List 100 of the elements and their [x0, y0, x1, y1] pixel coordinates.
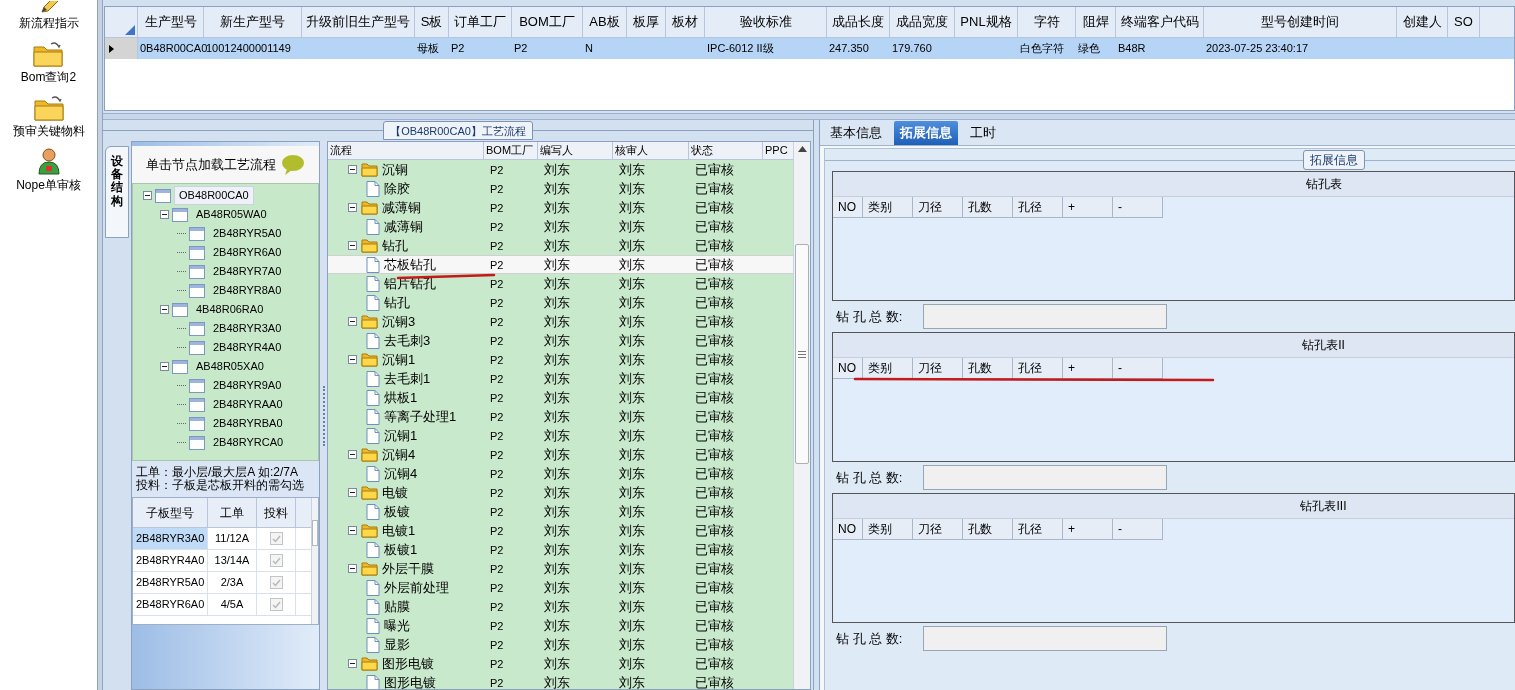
launcher-item[interactable]: 预审关键物料: [12, 86, 85, 140]
total-field[interactable]: [923, 465, 1167, 490]
side-tab[interactable]: 设备结构: [105, 146, 129, 238]
table-row[interactable]: 图形电镀 P2 刘东 刘东 已审核: [328, 654, 793, 673]
table-row[interactable]: 去毛刺1 P2 刘东 刘东 已审核: [328, 369, 793, 388]
table-row[interactable]: 等离子处理1 P2 刘东 刘东 已审核: [328, 407, 793, 426]
table-row[interactable]: 外层前处理 P2 刘东 刘东 已审核: [328, 578, 793, 597]
column-header[interactable]: 流程: [328, 142, 484, 159]
table-row[interactable]: 除胶 P2 刘东 刘东 已审核: [328, 179, 793, 198]
tree-item[interactable]: 2B48RYR4A0: [208, 338, 287, 357]
table-row[interactable]: 减薄铜 P2 刘东 刘东 已审核: [328, 217, 793, 236]
column-header[interactable]: PNL规格: [955, 7, 1018, 37]
tree-item[interactable]: OB48R00CA0: [174, 186, 254, 205]
table-row[interactable]: 板镀 P2 刘东 刘东 已审核: [328, 502, 793, 521]
collapse-toggle[interactable]: [160, 305, 169, 314]
column-header[interactable]: 投料: [257, 498, 296, 527]
table-row[interactable]: 钻孔 P2 刘东 刘东 已审核: [328, 293, 793, 312]
table-row[interactable]: 图形电镀 P2 刘东 刘东 已审核: [328, 673, 793, 689]
column-header[interactable]: 验收标准: [705, 7, 827, 37]
tree-item[interactable]: 4B48R06RA0: [191, 300, 269, 319]
collapse-toggle[interactable]: [348, 165, 357, 174]
collapse-toggle[interactable]: [348, 450, 357, 459]
column-header[interactable]: 核审人: [613, 142, 689, 159]
column-header[interactable]: 型号创建时间: [1204, 7, 1397, 37]
collapse-toggle[interactable]: [348, 317, 357, 326]
table-row[interactable]: 外层干膜 P2 刘东 刘东 已审核: [328, 559, 793, 578]
collapse-toggle[interactable]: [348, 488, 357, 497]
column-header[interactable]: 阻焊: [1076, 7, 1116, 37]
column-header[interactable]: AB板: [583, 7, 627, 37]
collapse-toggle[interactable]: [348, 355, 357, 364]
column-header[interactable]: 终端客户代码: [1116, 7, 1204, 37]
table-row[interactable]: 沉铜3 P2 刘东 刘东 已审核: [328, 312, 793, 331]
collapse-toggle[interactable]: [143, 191, 152, 200]
table-row[interactable]: 0B48R00CA010012400001149 母板 P2 P2 N IPC-6012 II级 247.350 179.760 白色字符 绿色 B48R 2023-07-25 23:40:17: [105, 38, 1514, 59]
collapse-toggle[interactable]: [348, 241, 357, 250]
table-row[interactable]: 沉铜4 P2 刘东 刘东 已审核: [328, 464, 793, 483]
table-row[interactable]: 贴膜 P2 刘东 刘东 已审核: [328, 597, 793, 616]
tab[interactable]: 拓展信息: [894, 121, 958, 145]
column-header[interactable]: S板: [415, 7, 449, 37]
collapse-toggle[interactable]: [348, 526, 357, 535]
table-row[interactable]: 沉铜4 P2 刘东 刘东 已审核: [328, 445, 793, 464]
column-header[interactable]: BOM工厂: [484, 142, 538, 159]
table-row[interactable]: 烘板1 P2 刘东 刘东 已审核: [328, 388, 793, 407]
up-arrow-icon[interactable]: [797, 146, 807, 152]
tree-item[interactable]: AB48R05WA0: [191, 205, 272, 224]
launcher-item[interactable]: 新流程指示: [18, 0, 79, 32]
tree-item[interactable]: 2B48RYRBA0: [208, 414, 288, 433]
table-row[interactable]: 芯板钻孔 P2 刘东 刘东 已审核: [328, 255, 793, 274]
column-header[interactable]: 板厚: [627, 7, 666, 37]
column-header: +: [1063, 197, 1113, 218]
table-row[interactable]: 沉铜1 P2 刘东 刘东 已审核: [328, 426, 793, 445]
column-header[interactable]: 新生产型号: [204, 7, 302, 37]
collapse-toggle[interactable]: [348, 203, 357, 212]
launcher-item[interactable]: Bom查询2: [20, 32, 77, 86]
table-cell-text: 2023-07-25 23:40:17: [1206, 41, 1309, 57]
column-header[interactable]: 编写人: [538, 142, 613, 159]
column-header[interactable]: 工单: [208, 498, 257, 527]
tree-item[interactable]: 2B48RYR3A0: [208, 319, 287, 338]
tree-item[interactable]: 2B48RYR8A0: [208, 281, 287, 300]
table-row[interactable]: 沉铜1 P2 刘东 刘东 已审核: [328, 350, 793, 369]
table-cell-text: P2: [451, 41, 465, 57]
table-row[interactable]: 沉铜 P2 刘东 刘东 已审核: [328, 160, 793, 179]
launcher-item[interactable]: Nope单审核: [16, 140, 81, 194]
scrollbar[interactable]: [793, 142, 810, 689]
table-row[interactable]: 板镀1 P2 刘东 刘东 已审核: [328, 540, 793, 559]
tab[interactable]: 基本信息: [824, 121, 888, 145]
column-header[interactable]: 成品宽度: [890, 7, 955, 37]
table-row[interactable]: 曝光 P2 刘东 刘东 已审核: [328, 616, 793, 635]
total-field[interactable]: [923, 304, 1167, 329]
table-row[interactable]: 电镀 P2 刘东 刘东 已审核: [328, 483, 793, 502]
column-header[interactable]: 创建人: [1397, 7, 1448, 37]
total-field[interactable]: [923, 626, 1167, 651]
tree-item[interactable]: AB48R05XA0: [191, 357, 269, 376]
tree-item[interactable]: 2B48RYRAA0: [208, 395, 288, 414]
column-header[interactable]: BOM工厂: [512, 7, 583, 37]
tree-item[interactable]: 2B48RYRCA0: [208, 433, 289, 452]
table-row[interactable]: 显影 P2 刘东 刘东 已审核: [328, 635, 793, 654]
table-row[interactable]: 钻孔 P2 刘东 刘东 已审核: [328, 236, 793, 255]
column-header[interactable]: 成品长度: [827, 7, 890, 37]
table-row[interactable]: 去毛刺3 P2 刘东 刘东 已审核: [328, 331, 793, 350]
tab[interactable]: 工时: [964, 121, 1002, 145]
column-header[interactable]: 子板型号: [133, 498, 208, 527]
column-header[interactable]: 字符: [1018, 7, 1076, 37]
column-header[interactable]: 升级前旧生产型号: [302, 7, 415, 37]
table-row[interactable]: 减薄铜 P2 刘东 刘东 已审核: [328, 198, 793, 217]
column-header[interactable]: 状态: [689, 142, 763, 159]
collapse-toggle[interactable]: [348, 659, 357, 668]
column-header[interactable]: 生产型号: [138, 7, 204, 37]
tree-item[interactable]: 2B48RYR7A0: [208, 262, 287, 281]
collapse-toggle[interactable]: [160, 210, 169, 219]
tree-item[interactable]: 2B48RYR9A0: [208, 376, 287, 395]
table-row[interactable]: 电镀1 P2 刘东 刘东 已审核: [328, 521, 793, 540]
column-header[interactable]: SO: [1448, 7, 1480, 37]
collapse-toggle[interactable]: [348, 564, 357, 573]
column-header[interactable]: 板材: [666, 7, 705, 37]
tree-item[interactable]: 2B48RYR5A0: [208, 224, 287, 243]
column-header[interactable]: 订单工厂: [449, 7, 512, 37]
scrollbar[interactable]: [311, 498, 318, 624]
tree-item[interactable]: 2B48RYR6A0: [208, 243, 287, 262]
collapse-toggle[interactable]: [160, 362, 169, 371]
